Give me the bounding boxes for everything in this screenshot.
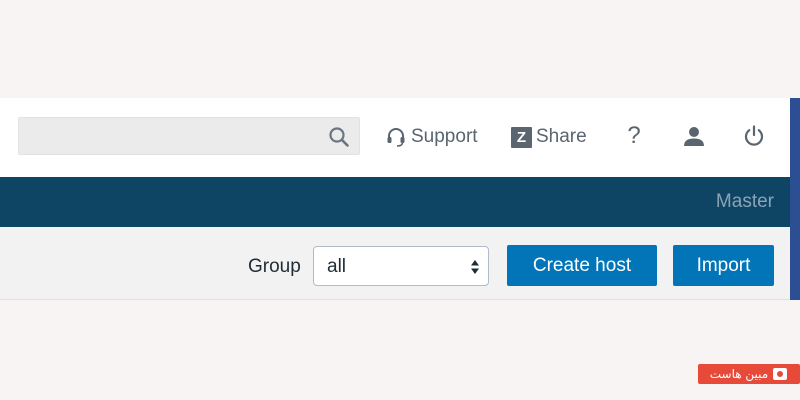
sign-out-button[interactable] [740,122,768,150]
create-host-button[interactable]: Create host [507,245,657,286]
right-edge-bar [790,98,800,300]
user-profile-button[interactable] [680,122,708,150]
share-label: Share [536,126,587,147]
watermark-badge: مبین هاست [698,364,800,384]
support-link[interactable]: Support [385,124,478,150]
headset-icon [387,128,405,147]
watermark-text: مبین هاست [709,367,769,381]
search-box[interactable] [18,117,360,155]
group-select[interactable]: all [313,246,489,286]
watermark-logo-icon [773,368,788,380]
search-input[interactable] [19,118,319,154]
help-icon[interactable]: ? [620,122,648,150]
select-arrows-icon [471,260,479,274]
user-icon [684,127,704,146]
server-name: Master [715,191,774,212]
group-selected-value: all [327,256,347,277]
server-bar: Master [0,177,790,227]
power-icon [744,125,764,146]
top-header: Support Z Share ? [0,98,790,177]
app-window: Support Z Share ? Master Group all Creat… [0,98,800,300]
search-icon[interactable] [328,126,350,148]
filter-bar: Group all Create host Import [0,227,790,300]
support-label: Support [411,126,478,147]
group-label: Group [248,256,301,277]
import-button[interactable]: Import [673,245,774,286]
share-link[interactable]: Z Share [511,124,587,150]
z-logo-icon: Z [511,126,532,148]
